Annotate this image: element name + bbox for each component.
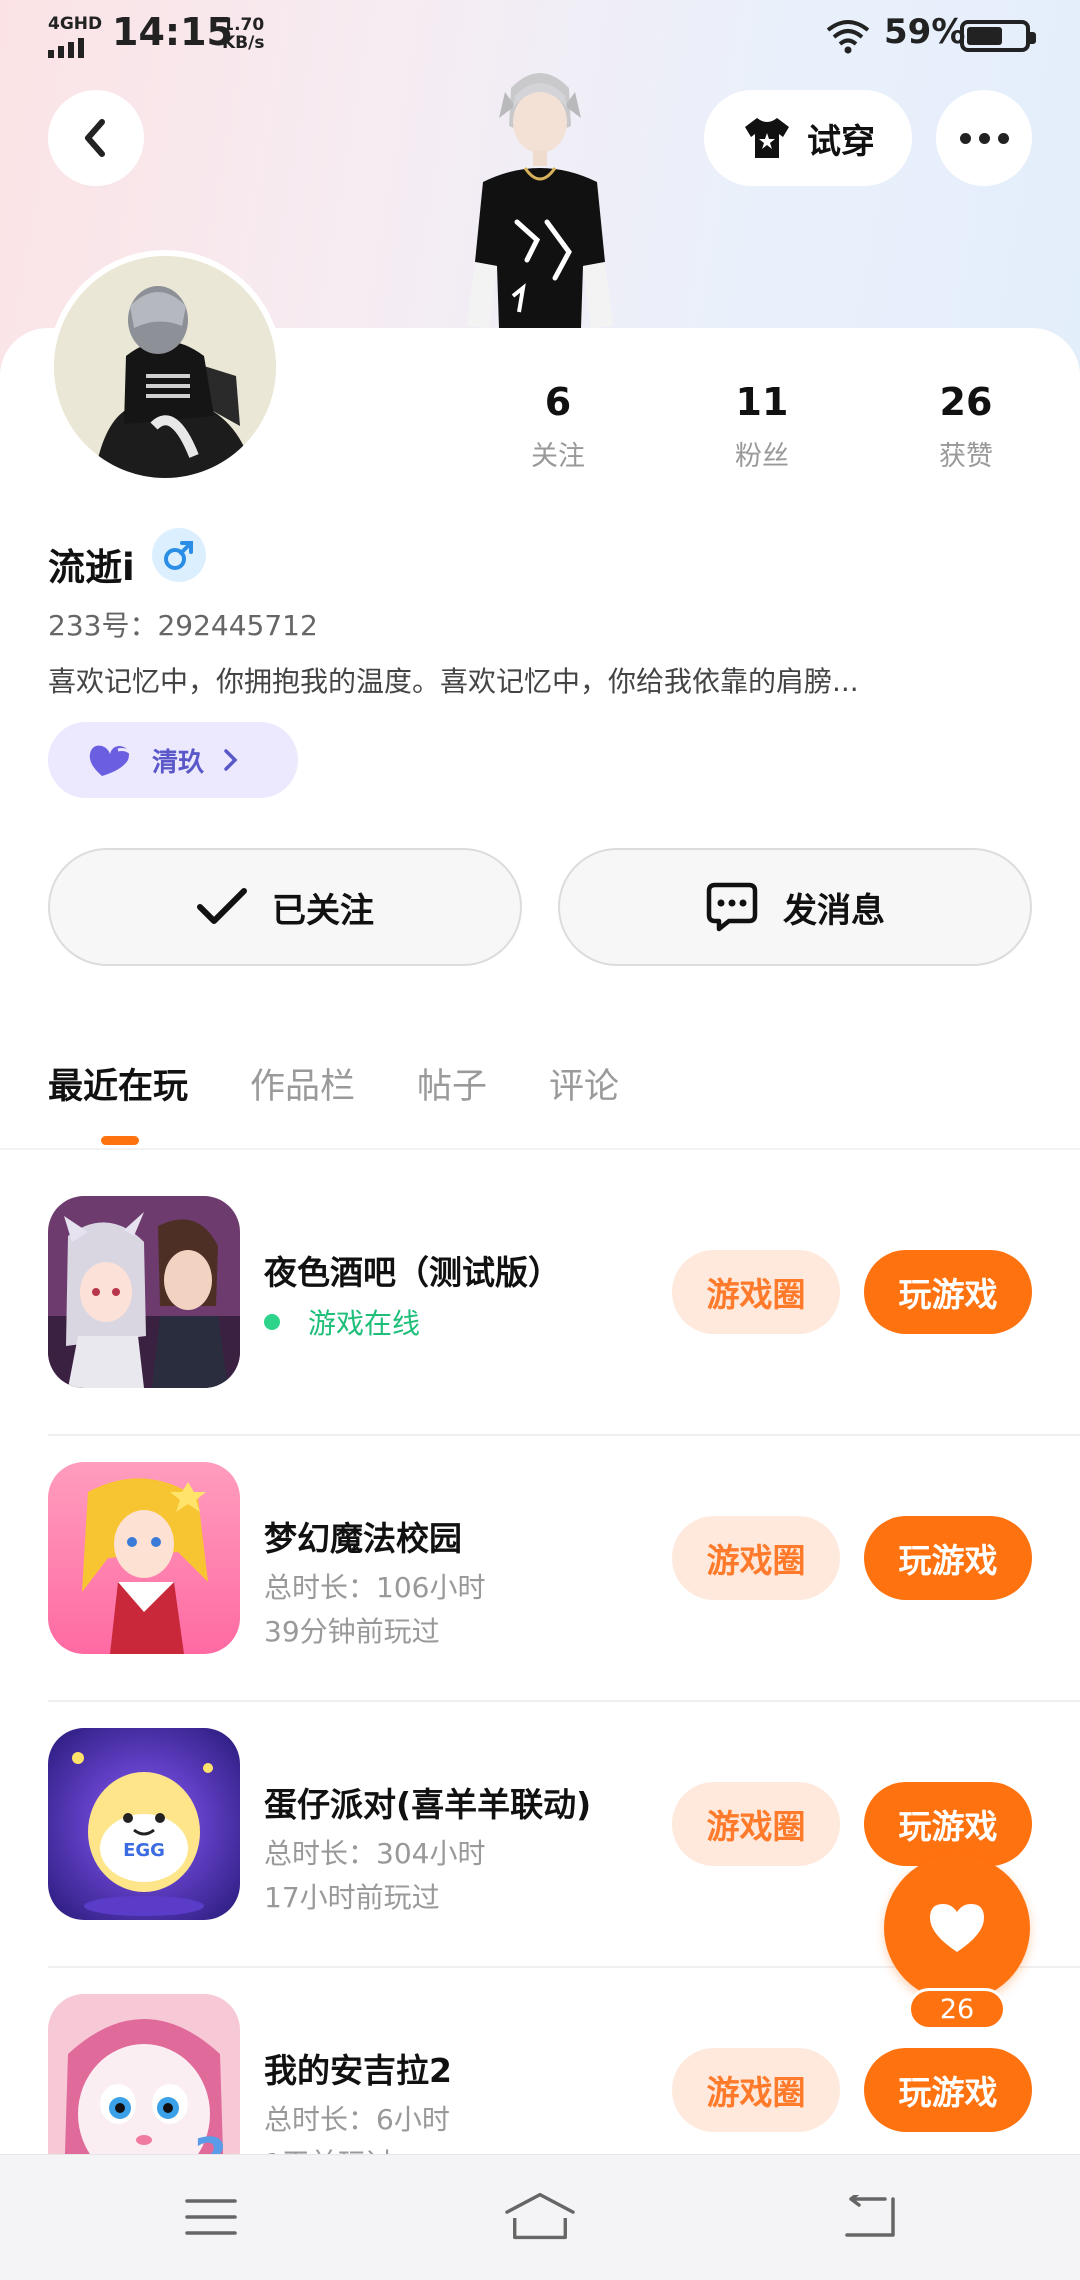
message-label: 发消息 [783,890,885,931]
message-button[interactable]: 发消息 [558,848,1032,966]
game-circle-button[interactable]: 游戏圈 [672,1782,840,1866]
game-icon-magic-school[interactable] [48,1462,240,1654]
battery-percent: 59% [884,12,966,52]
menu-button[interactable] [176,2187,246,2247]
play-game-button[interactable]: 玩游戏 [864,1782,1032,1866]
game-title: 蛋仔派对(喜羊羊联动) [264,1785,592,1824]
chevron-left-icon [85,119,105,157]
relationship-tag[interactable]: 清玖 [48,722,298,798]
tag-label: 清玖 [152,747,205,778]
last-played: 17小时前玩过 [264,1881,440,1914]
battery-icon [960,20,1036,52]
bio: 喜欢记忆中，你拥抱我的温度。喜欢记忆中，你给我依靠的肩膀... [48,665,859,698]
more-dots-icon [956,132,1013,144]
try-on-button[interactable]: 试穿 [704,90,912,186]
like-button[interactable] [884,1855,1030,2001]
male-icon [152,528,206,582]
play-game-button[interactable]: 玩游戏 [864,1250,1032,1334]
heart-icon [89,745,134,776]
home-button[interactable] [505,2187,575,2247]
online-dot-icon [264,1314,280,1330]
signal-indicator: 4GHD [48,14,103,58]
likes-label: 获赞 [939,441,993,472]
play-game-button[interactable]: 玩游戏 [864,1516,1032,1600]
try-on-label: 试穿 [807,121,875,162]
nickname: 流逝i [48,546,135,589]
network-speed: 1.70 KB/s [222,16,264,52]
likes-stat[interactable]: 26 获赞 [896,380,1036,473]
signal-bars-icon [48,38,84,58]
menu-icon [185,2199,237,2235]
following-stat[interactable]: 6 关注 [488,380,628,473]
tab-works[interactable]: 作品栏 [250,1058,355,1109]
play-game-button[interactable]: 玩游戏 [864,2048,1032,2132]
game-icon-eggy-party[interactable]: EGG [48,1728,240,1920]
game-circle-button[interactable]: 游戏圈 [672,1250,840,1334]
total-playtime: 总时长：106小时 [264,1571,486,1604]
svg-text:EGG: EGG [123,1840,165,1861]
tabs-divider [0,1148,1080,1150]
following-label: 关注 [531,441,585,472]
list-item[interactable]: 梦幻魔法校园 总时长：106小时 39分钟前玩过 游戏圈 玩游戏 [0,1462,1080,1728]
chevron-right-icon [224,749,238,771]
speed-unit: KB/s [222,33,265,53]
home-icon [505,2192,575,2240]
profile-tabs: 最近在玩 作品栏 帖子 评论 [48,1058,681,1145]
follow-button[interactable]: 已关注 [48,848,522,966]
clock: 14:15 [112,10,233,54]
game-title: 夜色酒吧（测试版） [264,1253,561,1292]
like-count-badge: 26 [908,1988,1006,2030]
more-button[interactable] [936,90,1032,186]
chat-bubble-icon [706,882,758,932]
list-divider [48,1700,1080,1702]
avatar-3d-character [467,73,613,328]
back-arrow-icon [845,2195,895,2237]
list-item[interactable]: 夜色酒吧（测试版） 游戏在线 游戏圈 玩游戏 [0,1196,1080,1462]
game-circle-button[interactable]: 游戏圈 [672,2048,840,2132]
wifi-icon [826,20,870,54]
followers-count: 11 [735,380,789,424]
game-circle-button[interactable]: 游戏圈 [672,1516,840,1600]
game-title: 我的安吉拉2 [264,2051,452,2090]
avatar[interactable] [48,250,282,484]
tab-recent-played[interactable]: 最近在玩 [48,1058,188,1145]
followers-label: 粉丝 [735,441,789,472]
profile-photo [54,256,276,478]
system-back-button[interactable] [834,2187,904,2247]
likes-count: 26 [939,380,993,424]
online-label: 游戏在线 [308,1307,421,1340]
following-count: 6 [544,380,572,424]
back-button[interactable] [48,90,144,186]
tab-comments[interactable]: 评论 [549,1058,619,1109]
online-status: 游戏在线 [264,1302,420,1342]
tshirt-icon [745,118,789,158]
tab-posts[interactable]: 帖子 [417,1058,487,1109]
user-id: 233号：292445712 [48,609,318,642]
total-playtime: 总时长：304小时 [264,1837,486,1870]
game-icon-bar[interactable] [48,1196,240,1388]
check-icon [197,888,247,924]
system-nav-bar [0,2154,1080,2280]
list-divider [48,1434,1080,1436]
last-played: 39分钟前玩过 [264,1615,440,1648]
speed-value: 1.70 [222,15,265,35]
network-type: 4GHD [48,14,103,34]
follow-label: 已关注 [272,890,374,931]
followers-stat[interactable]: 11 粉丝 [692,380,832,473]
total-playtime: 总时长：6小时 [264,2103,450,2136]
heart-icon [930,1904,984,1952]
game-title: 梦幻魔法校园 [264,1519,462,1558]
